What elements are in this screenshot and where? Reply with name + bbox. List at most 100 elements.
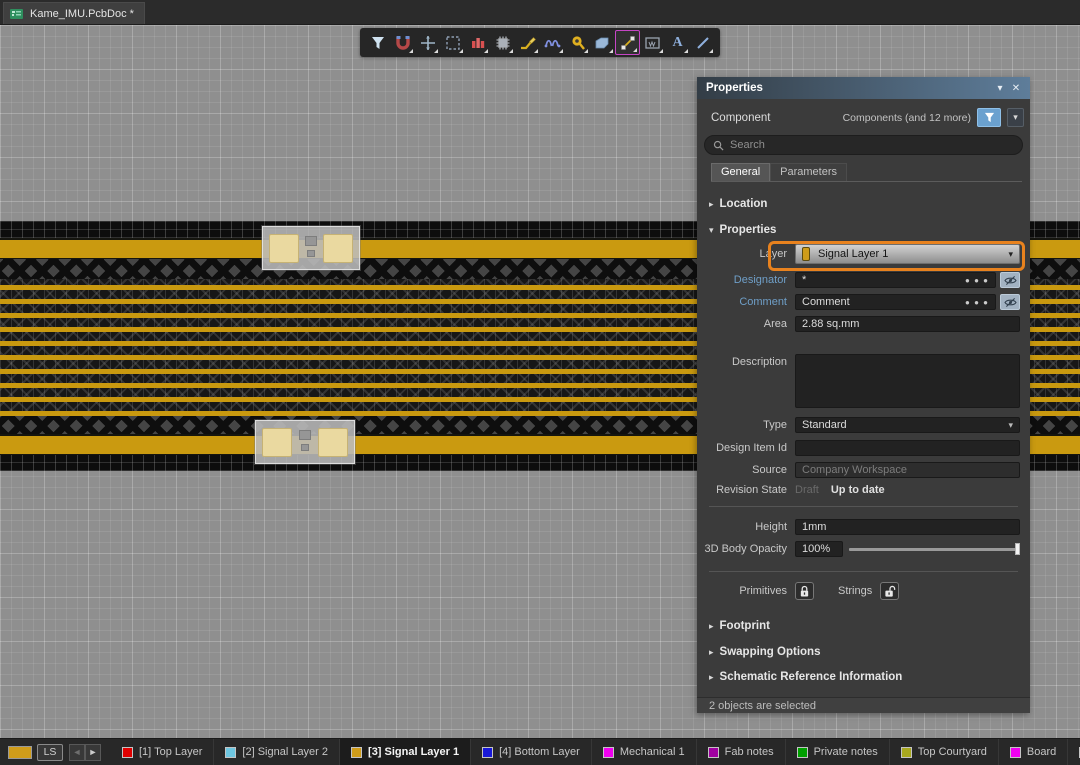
magnet-icon bbox=[395, 35, 411, 51]
line-button[interactable] bbox=[690, 30, 715, 55]
layer-color-swatch bbox=[122, 747, 133, 758]
component-pad[interactable] bbox=[262, 428, 292, 457]
interactive-route-button[interactable] bbox=[515, 30, 540, 55]
comment-value: Comment bbox=[802, 296, 850, 308]
layer-tabs: [1] Top Layer [2] Signal Layer 2 [3] Sig… bbox=[111, 739, 1080, 765]
differential-route-button[interactable] bbox=[540, 30, 565, 55]
section-schematic-reference-label: Schematic Reference Information bbox=[720, 671, 903, 683]
source-input[interactable]: Company Workspace bbox=[795, 462, 1020, 478]
layer-tab-label: [3] Signal Layer 1 bbox=[368, 746, 459, 758]
tab-general[interactable]: General bbox=[711, 163, 770, 181]
panel-search-input[interactable]: Search bbox=[704, 135, 1023, 155]
filter-tool-button[interactable] bbox=[365, 30, 390, 55]
slider-track bbox=[849, 548, 1020, 551]
panel-collapse-icon[interactable]: ▾ bbox=[992, 83, 1008, 94]
type-dropdown[interactable]: Standard ▾ bbox=[795, 417, 1020, 433]
opacity-slider[interactable] bbox=[849, 541, 1020, 557]
room-tool-button[interactable] bbox=[640, 30, 665, 55]
component-pad[interactable] bbox=[269, 234, 299, 263]
polygon-pour-button[interactable] bbox=[590, 30, 615, 55]
pads-icon bbox=[470, 35, 486, 51]
document-tab-bar: Kame_IMU.PcbDoc * bbox=[0, 0, 1080, 24]
section-schematic-reference[interactable]: ▸ Schematic Reference Information bbox=[697, 671, 1030, 683]
polygon-icon bbox=[594, 35, 611, 51]
text-string-button[interactable]: A bbox=[665, 30, 690, 55]
properties-panel-header[interactable]: Properties ▾ ✕ bbox=[697, 77, 1030, 99]
layer-tab[interactable]: Private notes bbox=[786, 739, 890, 765]
comment-label[interactable]: Comment bbox=[697, 296, 795, 308]
via-tool-button[interactable] bbox=[565, 30, 590, 55]
via-icon bbox=[570, 35, 586, 51]
opacity-label: 3D Body Opacity bbox=[697, 543, 795, 555]
component-footprint-1[interactable] bbox=[262, 226, 360, 270]
filter-icon bbox=[370, 35, 386, 51]
area-label: Area bbox=[697, 318, 795, 330]
scope-filter-dropdown[interactable]: ▾ bbox=[1007, 108, 1024, 127]
height-input[interactable]: 1mm bbox=[795, 519, 1020, 535]
opacity-value-input[interactable]: 100% bbox=[795, 541, 843, 557]
component-body-mark bbox=[299, 430, 311, 440]
layer-tab[interactable]: [2] Signal Layer 2 bbox=[214, 739, 340, 765]
panel-close-icon[interactable]: ✕ bbox=[1008, 83, 1024, 94]
design-item-id-input[interactable] bbox=[795, 440, 1020, 456]
tab-parameters[interactable]: Parameters bbox=[770, 163, 847, 181]
component-pad[interactable] bbox=[318, 428, 348, 457]
layer-tab[interactable]: Top Assembly bbox=[1068, 739, 1080, 765]
revision-state-label: Revision State bbox=[697, 484, 795, 496]
ellipsis-button[interactable]: ● ● ● bbox=[965, 276, 989, 285]
designator-label[interactable]: Designator bbox=[697, 274, 795, 286]
line-tool-button-active[interactable] bbox=[615, 30, 640, 55]
document-tab[interactable]: Kame_IMU.PcbDoc * bbox=[3, 2, 145, 24]
layer-dropdown[interactable]: Signal Layer 1 ▾ bbox=[795, 244, 1020, 264]
section-location[interactable]: ▸ Location bbox=[697, 198, 1030, 210]
section-swapping-options[interactable]: ▸ Swapping Options bbox=[697, 646, 1030, 658]
primitives-lock-button[interactable] bbox=[795, 582, 814, 600]
layer-tab[interactable]: [1] Top Layer bbox=[111, 739, 214, 765]
pcbdoc-icon bbox=[10, 8, 24, 20]
slider-handle[interactable] bbox=[1015, 543, 1020, 555]
primitives-strings-row: Primitives Strings bbox=[697, 582, 1020, 600]
comment-visibility-button[interactable] bbox=[1000, 294, 1020, 310]
pcb-canvas[interactable]: A Properties ▾ ✕ Component Components (a… bbox=[0, 24, 1080, 738]
section-properties[interactable]: ▾ Properties bbox=[697, 224, 1030, 236]
description-label: Description bbox=[697, 354, 795, 368]
search-icon bbox=[713, 140, 724, 151]
component-tool-button[interactable] bbox=[490, 30, 515, 55]
ellipsis-button[interactable]: ● ● ● bbox=[965, 298, 989, 307]
crosshair-move-icon bbox=[420, 35, 436, 51]
strings-lock-button[interactable] bbox=[880, 582, 899, 600]
layer-value: Signal Layer 1 bbox=[818, 248, 888, 260]
select-area-button[interactable] bbox=[440, 30, 465, 55]
scope-filter-button[interactable] bbox=[977, 108, 1001, 127]
designator-visibility-button[interactable] bbox=[1000, 272, 1020, 288]
pad-tool-button[interactable] bbox=[465, 30, 490, 55]
selection-rectangle-icon bbox=[445, 35, 461, 51]
layer-color-swatch bbox=[901, 747, 912, 758]
layer-tab[interactable]: [3] Signal Layer 1 bbox=[340, 739, 471, 765]
section-footprint[interactable]: ▸ Footprint bbox=[697, 620, 1030, 632]
panel-title: Properties bbox=[706, 82, 992, 94]
layer-tab[interactable]: [4] Bottom Layer bbox=[471, 739, 592, 765]
designator-input[interactable]: * ● ● ● bbox=[795, 272, 996, 288]
component-pad[interactable] bbox=[323, 234, 353, 263]
layer-scroll-buttons: ◄ ► bbox=[69, 744, 101, 761]
layer-tab[interactable]: Fab notes bbox=[697, 739, 786, 765]
layer-tab[interactable]: Mechanical 1 bbox=[592, 739, 697, 765]
selection-status: 2 objects are selected bbox=[697, 697, 1030, 713]
layer-tab[interactable]: Board bbox=[999, 739, 1068, 765]
layer-sets-button[interactable]: LS bbox=[37, 744, 63, 761]
move-tool-button[interactable] bbox=[415, 30, 440, 55]
scroll-right-button[interactable]: ► bbox=[85, 744, 101, 761]
component-footprint-2[interactable] bbox=[255, 420, 355, 464]
comment-input[interactable]: Comment ● ● ● bbox=[795, 294, 996, 310]
differential-pair-icon bbox=[544, 35, 562, 51]
layer-tab-label: Board bbox=[1027, 746, 1056, 758]
opacity-row: 3D Body Opacity 100% bbox=[697, 541, 1020, 557]
scroll-left-button[interactable]: ◄ bbox=[69, 744, 85, 761]
description-input[interactable] bbox=[795, 354, 1020, 408]
route-pencil-icon bbox=[519, 35, 536, 51]
snap-magnet-button[interactable] bbox=[390, 30, 415, 55]
layer-color-swatch bbox=[351, 747, 362, 758]
layer-tab-label: [1] Top Layer bbox=[139, 746, 202, 758]
layer-tab[interactable]: Top Courtyard bbox=[890, 739, 999, 765]
